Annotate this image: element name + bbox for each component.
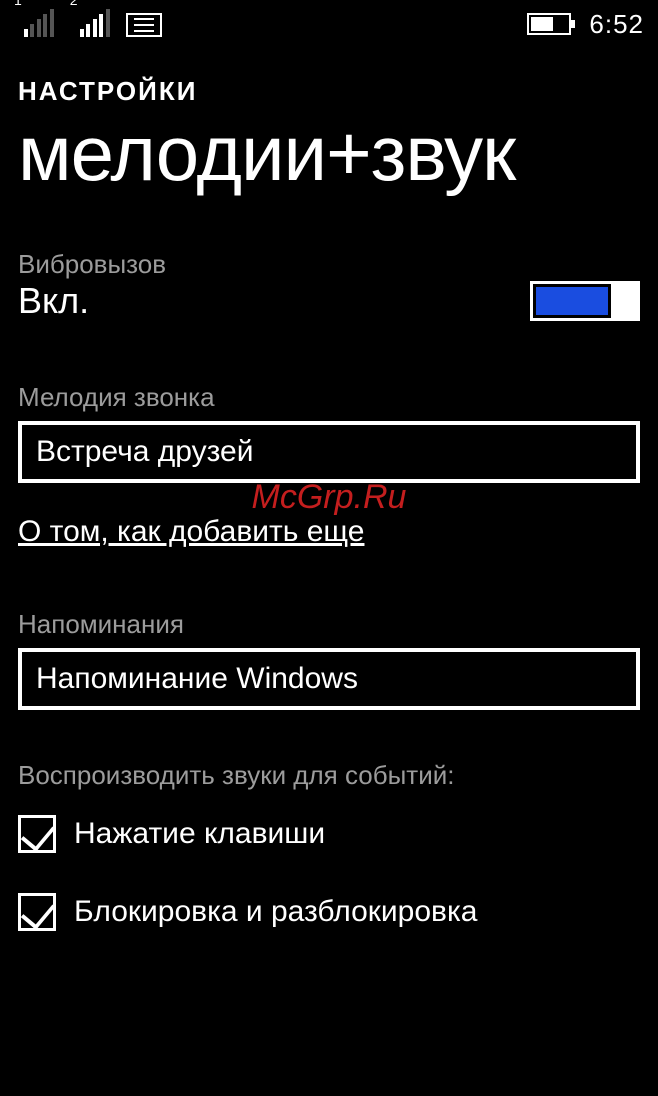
status-left: 1 2 [14,11,162,37]
ringtone-select[interactable]: Встреча друзей [18,421,640,483]
status-bar: 1 2 6:52 [0,0,658,48]
lock-check-label: Блокировка и разблокировка [74,895,477,929]
add-more-link[interactable]: О том, как добавить еще [18,515,364,549]
sim2-signal: 2 [70,11,110,37]
vibrate-value: Вкл. [18,280,89,322]
keypress-check-row[interactable]: Нажатие клавиши [18,815,640,853]
ringtone-label: Мелодия звонка [18,382,640,413]
section-header: НАСТРОЙКИ [0,48,658,107]
ringtone-value: Встреча друзей [36,435,254,468]
signal-icon [80,11,110,37]
indicator-icon [126,13,162,37]
vibrate-label: Вибровызов [18,249,640,280]
vibrate-toggle[interactable] [530,281,640,321]
sim1-signal: 1 [14,11,54,37]
lock-check-row[interactable]: Блокировка и разблокировка [18,893,640,931]
reminder-select[interactable]: Напоминание Windows [18,648,640,710]
checkbox-icon[interactable] [18,893,56,931]
keypress-check-label: Нажатие клавиши [74,817,325,851]
battery-icon [527,13,571,35]
page-title: мелодии+звук [0,107,658,195]
play-sounds-label: Воспроизводить звуки для событий: [18,760,640,791]
clock: 6:52 [589,9,644,40]
signal-icon [24,11,54,37]
status-right: 6:52 [527,9,644,40]
sim2-label: 2 [70,0,78,7]
checkbox-icon[interactable] [18,815,56,853]
reminder-label: Напоминания [18,609,640,640]
reminder-value: Напоминание Windows [36,662,358,695]
sim1-label: 1 [14,0,22,7]
